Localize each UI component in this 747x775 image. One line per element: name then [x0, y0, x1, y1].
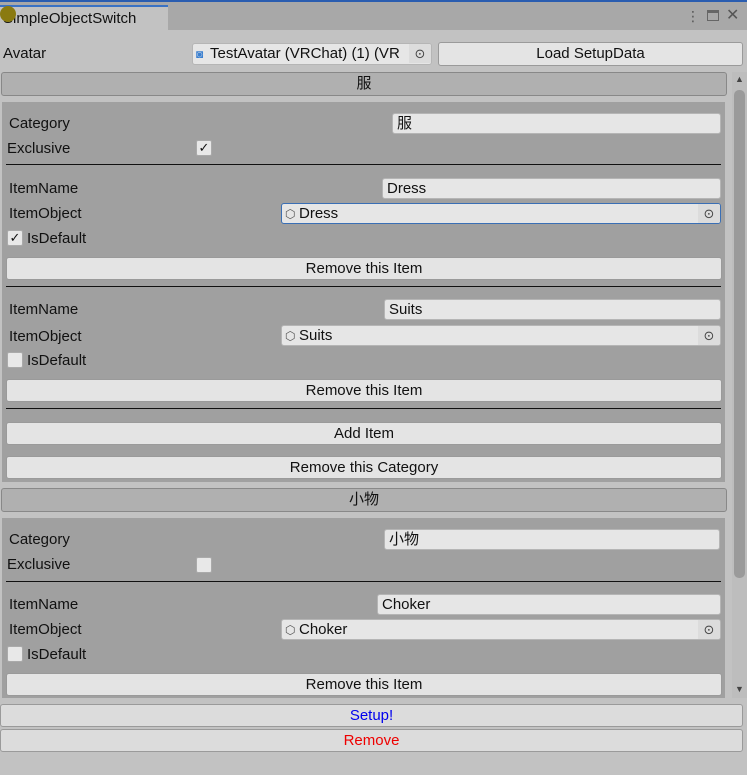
- item-name-input[interactable]: Suits: [384, 299, 721, 320]
- remove-button[interactable]: Remove: [0, 729, 743, 752]
- remove-category-button[interactable]: Remove this Category: [6, 456, 722, 479]
- divider: [6, 408, 721, 409]
- exclusive-checkbox[interactable]: [196, 557, 212, 573]
- gameobject-icon: ⬡: [285, 623, 296, 637]
- divider: [6, 581, 721, 582]
- item-object-label: ItemObject: [9, 205, 82, 222]
- item-object-field[interactable]: ⬡ Dress ⊙: [281, 203, 721, 224]
- exclusive-label: Exclusive: [7, 556, 71, 573]
- category-input[interactable]: 服: [392, 113, 721, 134]
- is-default-label: IsDefault: [27, 352, 87, 369]
- is-default-label: IsDefault: [27, 646, 87, 663]
- item-object-field[interactable]: ⬡ Choker ⊙: [281, 619, 721, 640]
- category-label: Category: [9, 115, 70, 132]
- object-picker-icon[interactable]: ⊙: [698, 326, 720, 345]
- item-object-value: Choker: [299, 621, 348, 638]
- category-foldout-header[interactable]: 小物: [1, 488, 727, 512]
- category-foldout-header[interactable]: 服: [1, 72, 727, 96]
- divider: [6, 286, 721, 287]
- item-name-input[interactable]: Dress: [382, 178, 721, 199]
- setup-button[interactable]: Setup!: [0, 704, 743, 727]
- is-default-checkbox[interactable]: ✓: [7, 230, 23, 246]
- add-item-button[interactable]: Add Item: [6, 422, 722, 445]
- avatar-label: Avatar: [3, 45, 47, 62]
- item-name-label: ItemName: [9, 301, 79, 318]
- item-object-value: Dress: [299, 205, 339, 222]
- category-label: Category: [9, 531, 70, 548]
- remove-item-button[interactable]: Remove this Item: [6, 673, 722, 696]
- remove-item-button[interactable]: Remove this Item: [6, 379, 722, 402]
- avatar-value: TestAvatar (VRChat) (1) (VR: [210, 45, 400, 62]
- avatar-icon: ◙: [196, 47, 204, 61]
- is-default-label: IsDefault: [27, 230, 87, 247]
- item-name-label: ItemName: [9, 596, 79, 613]
- remove-item-button[interactable]: Remove this Item: [6, 257, 722, 280]
- exclusive-checkbox[interactable]: ✓: [196, 140, 212, 156]
- object-picker-icon[interactable]: ⊙: [409, 44, 431, 63]
- object-picker-icon[interactable]: ⊙: [698, 620, 720, 639]
- item-name-input[interactable]: Choker: [377, 594, 721, 615]
- avatar-object-field[interactable]: ◙ TestAvatar (VRChat) (1) (VR ⊙: [192, 43, 432, 65]
- cursor-indicator: [0, 6, 16, 22]
- divider: [6, 164, 721, 165]
- scrollbar[interactable]: ▲ ▼: [732, 72, 747, 698]
- category-input[interactable]: 小物: [384, 529, 720, 550]
- item-object-value: Suits: [299, 327, 333, 344]
- close-icon[interactable]: ✕: [726, 5, 739, 25]
- gameobject-icon: ⬡: [285, 329, 296, 343]
- object-picker-icon[interactable]: ⊙: [698, 204, 720, 223]
- maximize-icon[interactable]: [707, 10, 719, 21]
- exclusive-label: Exclusive: [7, 140, 71, 157]
- item-object-label: ItemObject: [9, 328, 82, 345]
- scroll-down-icon[interactable]: ▼: [735, 684, 744, 694]
- item-name-label: ItemName: [9, 180, 79, 197]
- item-object-label: ItemObject: [9, 621, 82, 638]
- load-setup-data-button[interactable]: Load SetupData: [438, 42, 743, 66]
- scrollbar-thumb[interactable]: [734, 90, 745, 578]
- tab-simple-object-switch[interactable]: SimpleObjectSwitch: [0, 5, 168, 31]
- is-default-checkbox[interactable]: [7, 646, 23, 662]
- kebab-icon[interactable]: ⋮: [686, 8, 700, 25]
- gameobject-icon: ⬡: [285, 207, 296, 221]
- item-object-field[interactable]: ⬡ Suits ⊙: [281, 325, 721, 346]
- scroll-up-icon[interactable]: ▲: [735, 74, 744, 84]
- is-default-checkbox[interactable]: [7, 352, 23, 368]
